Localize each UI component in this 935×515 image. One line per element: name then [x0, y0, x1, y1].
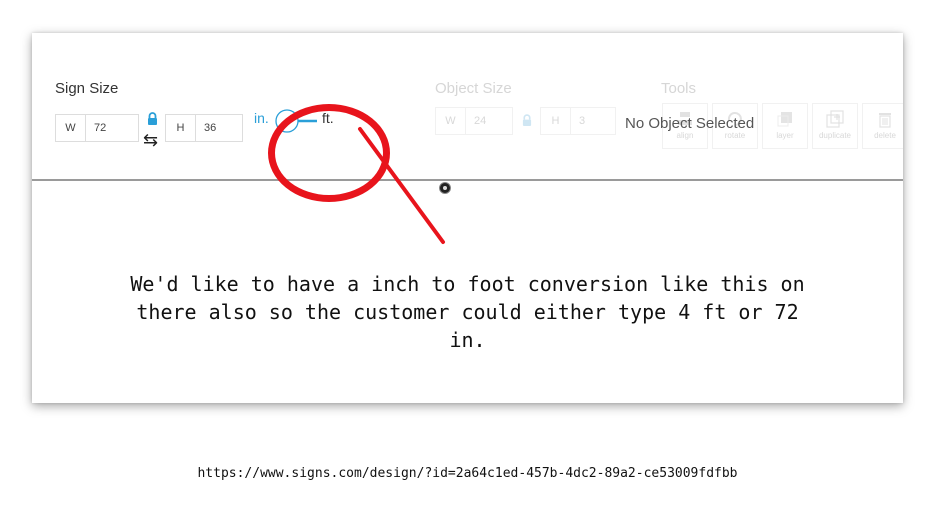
annotation-note: We'd like to have a inch to foot convers…	[130, 272, 805, 352]
page-url: https://www.signs.com/design/?id=2a64c1e…	[197, 466, 738, 481]
